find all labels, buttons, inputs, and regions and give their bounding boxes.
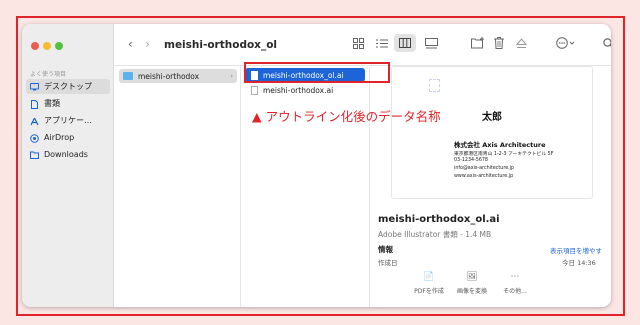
folder-icon [123, 72, 133, 80]
filename-highlight-box [244, 62, 390, 83]
toolbar: ‹ › meishi-orthodox_ol [114, 24, 611, 66]
apps-icon [30, 117, 39, 125]
new-folder-icon [471, 37, 484, 49]
chevron-right-icon: › [230, 72, 233, 80]
folder-row[interactable]: meishi-orthodox › [119, 69, 237, 83]
convert-image-button[interactable]: 🖼 画像を変換 [452, 271, 492, 295]
annotation-text: ▲ アウトライン化後のデータ名称 [252, 106, 441, 125]
list-view-button[interactable] [376, 38, 388, 52]
ai-file-icon [251, 85, 258, 95]
more-actions-button[interactable] [556, 37, 576, 52]
preview-thumbnail [391, 66, 593, 199]
column-1: meishi-orthodox › [115, 67, 241, 307]
sidebar-item-label: Downloads [44, 150, 88, 159]
card-address: 東京都港区南青山 1-2-3 アーキテクトビル 5F [454, 152, 554, 157]
card-company: 株式会社 Axis Architecture [454, 141, 546, 149]
action-label: PDFを作成 [414, 288, 444, 295]
annotation-label: アウトライン化後のデータ名称 [265, 109, 441, 124]
sidebar: よく使う項目 デスクトップ 書類 アプリケー… AirDrop Download… [22, 24, 114, 307]
sidebar-item-desktop[interactable]: デスクトップ [26, 79, 110, 94]
image-icon: 🖼 [466, 272, 478, 282]
search-icon [603, 38, 611, 47]
sidebar-item-applications[interactable]: アプリケー… [26, 113, 110, 128]
action-label: 画像を変換 [456, 288, 487, 295]
window-title: meishi-orthodox_ol [164, 39, 278, 51]
list-view-icon [376, 39, 388, 48]
forward-button[interactable]: › [145, 37, 150, 51]
preview-kind-size: Adobe Illustrator 書類 - 1.4 MB [378, 230, 492, 239]
column-view-button[interactable] [394, 34, 416, 52]
more-button[interactable]: ⋯ その他... [495, 271, 535, 295]
warning-triangle-icon: ▲ [252, 109, 262, 124]
eject-icon [515, 38, 528, 48]
search-button[interactable] [603, 38, 611, 52]
trash-icon [494, 37, 504, 49]
icon-view-button[interactable] [353, 38, 364, 52]
sidebar-item-downloads[interactable]: Downloads [26, 147, 110, 162]
document-icon [30, 99, 39, 109]
close-window-button[interactable] [31, 42, 39, 50]
card-name: 太郎 [482, 112, 502, 123]
card-email: info@axis-architecture.jp [454, 166, 515, 171]
new-folder-button[interactable] [471, 37, 485, 52]
file-row[interactable]: meishi-orthodox.ai [245, 83, 365, 97]
sidebar-section-label: よく使う項目 [30, 71, 67, 78]
pdf-icon: 📄 [423, 272, 435, 282]
sidebar-item-documents[interactable]: 書類 [26, 96, 110, 111]
zoom-window-button[interactable] [55, 42, 63, 50]
folder-label: meishi-orthodox [138, 71, 200, 81]
card-logo-placeholder [429, 79, 440, 92]
preview-filename: meishi-orthodox_ol.ai [378, 214, 500, 225]
desktop-icon [30, 82, 39, 91]
sidebar-item-label: デスクトップ [44, 82, 92, 91]
gallery-view-icon [425, 38, 438, 49]
sidebar-item-label: 書類 [44, 99, 60, 108]
card-phone: 03-1234-5678 [454, 158, 488, 163]
folder-icon [30, 151, 39, 159]
info-header: 情報 [378, 245, 393, 254]
trash-button[interactable] [494, 37, 504, 52]
file-label: meishi-orthodox.ai [263, 85, 334, 95]
column-view-icon [399, 38, 411, 48]
airdrop-icon [30, 133, 39, 143]
card-website: www.axis-architecture.jp [454, 174, 514, 179]
icon-view-grid [353, 38, 364, 49]
eject-button[interactable] [515, 38, 528, 52]
back-button[interactable]: ‹ [128, 37, 133, 51]
show-more-link[interactable]: 表示項目を増やす [550, 245, 602, 255]
more-icon: ⋯ [510, 272, 520, 282]
info-created-label: 作成日 [378, 259, 398, 267]
gallery-view-button[interactable] [425, 38, 438, 52]
info-created-value: 今日 14:36 [562, 259, 596, 267]
action-label: その他... [503, 288, 527, 295]
create-pdf-button[interactable]: 📄 PDFを作成 [409, 271, 449, 295]
minimize-window-button[interactable] [43, 42, 51, 50]
sidebar-item-airdrop[interactable]: AirDrop [26, 130, 110, 145]
sidebar-item-label: AirDrop [44, 133, 75, 142]
sidebar-item-label: アプリケー… [44, 116, 92, 125]
column-2: meishi-orthodox_ol.ai meishi-orthodox.ai [242, 67, 370, 307]
more-icon [556, 37, 575, 49]
